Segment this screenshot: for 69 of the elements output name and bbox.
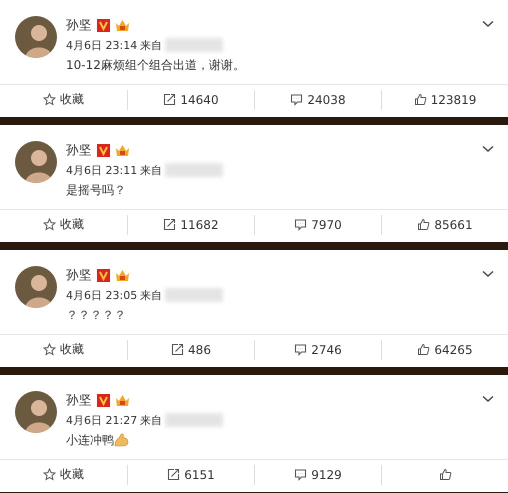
- star-icon: [43, 343, 56, 356]
- chevron-down-icon[interactable]: [482, 145, 494, 153]
- star-icon: [43, 218, 56, 232]
- avatar-icon[interactable]: [15, 266, 57, 308]
- comment-icon: [294, 468, 308, 482]
- crown-icon: [115, 18, 130, 32]
- verified-icon: [97, 18, 110, 32]
- comment-button[interactable]: 7970: [294, 218, 342, 232]
- post-text: ？？？？？: [66, 306, 126, 324]
- repost-icon: [163, 218, 176, 232]
- like-button[interactable]: [438, 468, 452, 482]
- source-label: 来自: [140, 162, 162, 178]
- post-time[interactable]: 4月6日 23:14: [66, 38, 138, 52]
- favorite-button[interactable]: 收藏: [43, 466, 84, 484]
- post-time[interactable]: 4月6日 23:05: [66, 288, 138, 302]
- star-icon: [43, 93, 56, 106]
- post-text: 小连冲鸭: [66, 432, 114, 448]
- flexed-arm-icon: [114, 433, 129, 447]
- comment-button[interactable]: 24038: [290, 92, 346, 107]
- verified-icon: [97, 268, 110, 282]
- favorite-button[interactable]: 收藏: [43, 341, 84, 358]
- author-name[interactable]: 孙坚: [66, 266, 92, 284]
- chevron-down-icon[interactable]: [482, 270, 494, 278]
- thumbs-up-icon: [414, 93, 427, 106]
- comment-button[interactable]: 2746: [294, 342, 342, 357]
- chevron-down-icon[interactable]: [482, 20, 494, 28]
- chevron-down-icon[interactable]: [482, 395, 494, 403]
- repost-button[interactable]: 486: [171, 342, 211, 357]
- repost-icon: [171, 343, 184, 356]
- blurred-source: [165, 163, 224, 177]
- verified-icon: [97, 394, 110, 406]
- source-label: 来自: [140, 288, 162, 302]
- crown-icon: [115, 144, 130, 156]
- avatar-icon[interactable]: [15, 391, 57, 433]
- avatar-icon[interactable]: [15, 141, 57, 183]
- star-icon: [43, 468, 56, 482]
- avatar-icon[interactable]: [15, 16, 57, 58]
- post-text: 10-12麻烦组个组合出道，谢谢。: [66, 56, 245, 74]
- author-name[interactable]: 孙坚: [66, 142, 92, 158]
- favorite-button[interactable]: 收藏: [43, 216, 84, 234]
- comment-icon: [290, 93, 304, 106]
- repost-icon: [163, 93, 176, 106]
- blurred-source: [165, 38, 224, 52]
- repost-button[interactable]: 14640: [163, 92, 219, 107]
- comment-icon: [294, 343, 308, 356]
- post-text: 是摇号吗？: [66, 182, 126, 198]
- thumbs-up-icon: [438, 468, 452, 482]
- favorite-button[interactable]: 收藏: [43, 91, 84, 108]
- source-label: 来自: [140, 412, 162, 428]
- like-button[interactable]: 85661: [417, 218, 473, 232]
- like-button[interactable]: 64265: [417, 342, 473, 357]
- like-button[interactable]: 123819: [414, 92, 476, 107]
- blurred-source: [165, 413, 224, 427]
- post-time[interactable]: 4月6日 23:11: [66, 162, 138, 178]
- comment-icon: [294, 218, 308, 232]
- repost-button[interactable]: 11682: [163, 218, 219, 232]
- source-label: 来自: [140, 38, 162, 52]
- author-name[interactable]: 孙坚: [66, 16, 92, 34]
- post-time[interactable]: 4月6日 21:27: [66, 412, 138, 428]
- crown-icon: [115, 394, 130, 406]
- repost-icon: [167, 468, 180, 482]
- verified-icon: [97, 144, 110, 156]
- thumbs-up-icon: [417, 343, 430, 356]
- repost-button[interactable]: 6151: [167, 468, 215, 482]
- author-name[interactable]: 孙坚: [66, 392, 92, 408]
- blurred-source: [165, 288, 224, 302]
- thumbs-up-icon: [417, 218, 430, 232]
- crown-icon: [115, 268, 130, 282]
- comment-button[interactable]: 9129: [294, 468, 342, 482]
